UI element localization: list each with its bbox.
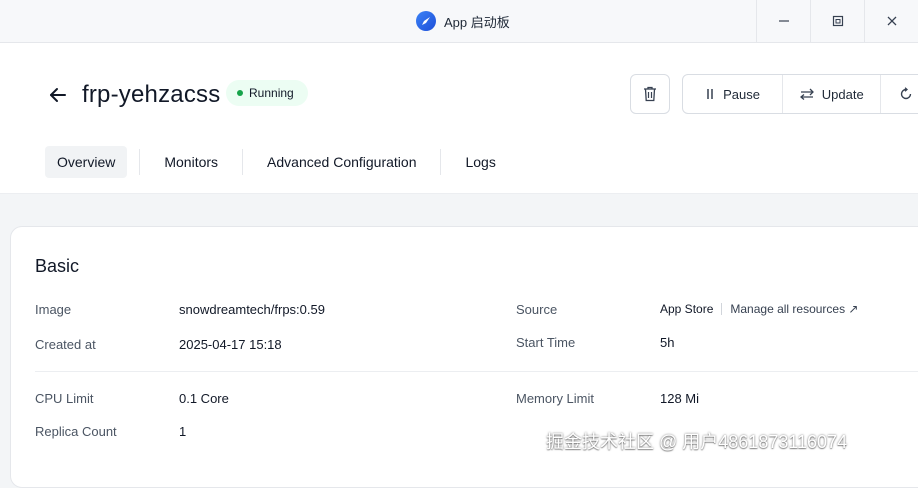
back-button[interactable]	[46, 83, 70, 107]
window-controls	[756, 0, 918, 42]
status-badge: Running	[226, 80, 308, 106]
tab-monitors[interactable]: Monitors	[152, 146, 230, 178]
swap-arrows-icon	[799, 88, 814, 100]
cpu-limit-label: CPU Limit	[35, 391, 94, 406]
trash-icon	[644, 86, 656, 102]
tab-advanced-configuration[interactable]: Advanced Configuration	[255, 146, 428, 178]
cpu-limit-value: 0.1 Core	[179, 391, 229, 406]
restore-button[interactable]	[810, 0, 864, 42]
pause-label: Pause	[723, 86, 760, 102]
created-at-value: 2025-04-17 15:18	[179, 337, 282, 352]
watermark-text: 掘金技术社区 @ 用户4861873116074	[546, 432, 848, 452]
close-button[interactable]	[864, 0, 918, 42]
delete-button[interactable]	[630, 74, 670, 114]
window-title: App 启动板	[444, 14, 510, 30]
status-dot-icon	[237, 90, 243, 96]
memory-limit-value: 128 Mi	[660, 391, 700, 406]
update-label: Update	[821, 86, 864, 102]
tab-divider	[440, 149, 442, 175]
tab-logs[interactable]: Logs	[453, 146, 507, 178]
close-icon	[887, 16, 896, 26]
restore-icon	[832, 15, 843, 27]
image-label: Image	[35, 302, 72, 317]
source-label: Source	[516, 302, 558, 317]
pause-button[interactable]: Pause	[683, 75, 784, 113]
tab-overview[interactable]: Overview	[45, 146, 128, 178]
rocket-icon	[416, 11, 436, 31]
title-bar: App 启动板	[0, 0, 918, 43]
restart-button[interactable]	[881, 75, 918, 113]
manage-resources-link[interactable]: Manage all resources ↗	[730, 302, 858, 316]
section-title-basic: Basic	[35, 256, 80, 276]
pause-icon	[707, 89, 713, 99]
start-time-value: 5h	[660, 335, 675, 350]
source-value-group: App Store Manage all resources ↗	[660, 302, 859, 316]
tab-bar: Overview Monitors Advanced Configuration…	[45, 146, 508, 178]
replica-count-label: Replica Count	[35, 424, 117, 439]
status-text: Running	[249, 86, 294, 100]
source-value: App Store	[660, 302, 714, 316]
arrow-left-icon	[50, 88, 66, 102]
image-value: snowdreamtech/frps:0.59	[179, 302, 325, 317]
restart-icon	[901, 87, 912, 100]
created-at-label: Created at	[35, 337, 96, 352]
memory-limit-label: Memory Limit	[516, 391, 595, 406]
source-divider	[721, 303, 723, 315]
section-divider	[35, 371, 918, 372]
update-button[interactable]: Update	[783, 75, 882, 113]
action-button-group: Pause Update	[682, 74, 918, 114]
page-title: frp-yehzacss	[82, 81, 221, 108]
minimize-icon	[778, 20, 789, 22]
tab-divider	[242, 149, 244, 175]
replica-count-value: 1	[179, 424, 187, 439]
tab-divider	[139, 149, 141, 175]
app-header: frp-yehzacss Running Pause Update Overvi…	[0, 43, 918, 194]
window-title-group: App 启动板	[416, 11, 510, 31]
start-time-label: Start Time	[516, 335, 576, 350]
minimize-button[interactable]	[756, 0, 810, 42]
